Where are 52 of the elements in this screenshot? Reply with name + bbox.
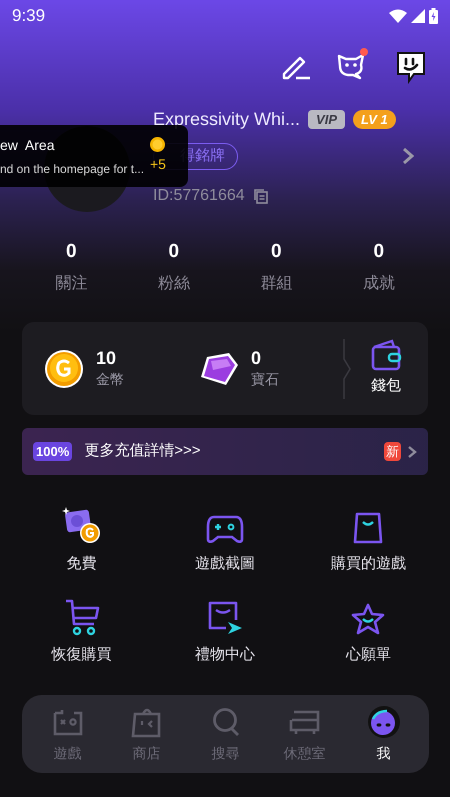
stat-label[interactable]: 成就 [362, 272, 395, 296]
wallet-icon[interactable] [370, 339, 402, 372]
chat-icon[interactable] [394, 50, 428, 84]
wifi-icon [389, 9, 407, 23]
stat-count[interactable]: 0 [373, 238, 384, 266]
battery-icon [429, 8, 438, 24]
cart-icon[interactable] [64, 598, 100, 636]
wallet-label[interactable]: 錢包 [371, 375, 401, 398]
coin-icon [150, 137, 166, 152]
user-id: ID:57761664 [153, 186, 245, 206]
coin-icon [44, 348, 84, 388]
stat-count[interactable]: 0 [66, 238, 77, 266]
stat-label[interactable]: 粉絲 [158, 272, 190, 296]
stat-count[interactable]: 0 [168, 238, 180, 266]
stat-count[interactable]: 0 [270, 238, 282, 266]
sofa-icon [288, 708, 322, 736]
feature-label[interactable]: 恢復購買 [52, 644, 112, 666]
game-card-icon [52, 708, 84, 736]
nav-tab[interactable]: 我 [346, 704, 420, 764]
gem-label: 寶石 [251, 370, 279, 390]
chevron-right-icon [407, 444, 417, 458]
feature-label[interactable]: 遊戲截圖 [194, 553, 255, 576]
chevron-right-icon[interactable] [402, 147, 414, 166]
feature-label[interactable]: 心願單 [346, 644, 391, 666]
copy-icon[interactable] [252, 188, 269, 204]
percent-tag: 100% [33, 442, 72, 462]
search-icon [212, 706, 240, 736]
feature-label[interactable]: 禮物中心 [194, 644, 255, 666]
recharge-banner[interactable]: 100% 更多充值詳情>>> 新 [22, 428, 428, 475]
ticket-coin-icon[interactable] [62, 505, 102, 545]
username: Expressivity Whi... [153, 108, 300, 131]
shopping-bag-icon[interactable] [351, 511, 386, 545]
toast-message: nd on the homepage for t... [0, 160, 146, 178]
gem-count: 0 [251, 346, 262, 370]
stat-label[interactable]: 關注 [55, 272, 88, 296]
mascot-face-icon [366, 704, 400, 738]
gamepad-icon[interactable] [206, 513, 244, 545]
star-icon[interactable] [350, 602, 386, 636]
vip-badge: VIP [308, 110, 345, 130]
toast-title: ew Area [0, 136, 56, 154]
coin-label: 金幣 [96, 370, 124, 390]
feature-label[interactable]: 免費 [66, 553, 97, 576]
feature-label[interactable]: 購買的遊戲 [330, 553, 406, 576]
coin-count: 10 [96, 346, 118, 370]
recharge-text: 更多充值詳情>>> [84, 441, 202, 462]
new-badge: 新 [384, 442, 401, 462]
signal-icon [411, 9, 425, 23]
gem-icon [199, 350, 239, 386]
envelope-send-icon[interactable] [206, 600, 244, 636]
level-badge: LV 1 [353, 110, 396, 130]
stat-label[interactable]: 群組 [260, 272, 292, 296]
status-time: 9:39 [12, 5, 46, 28]
